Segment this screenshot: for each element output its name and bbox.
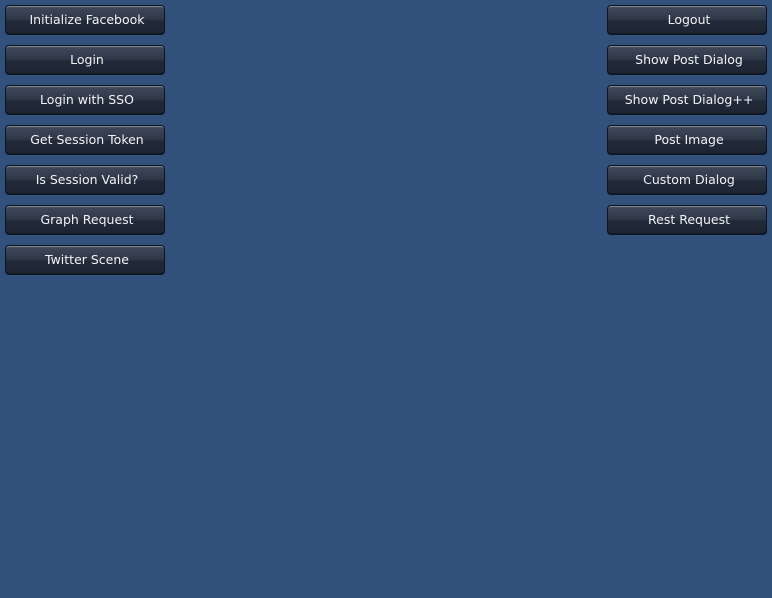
login-with-sso-button[interactable]: Login with SSO <box>5 85 165 115</box>
button-label: Graph Request <box>40 212 134 227</box>
button-label: Twitter Scene <box>45 252 129 267</box>
is-session-valid-button[interactable]: Is Session Valid? <box>5 165 165 195</box>
twitter-scene-button[interactable]: Twitter Scene <box>5 245 165 275</box>
post-image-button[interactable]: Post Image <box>607 125 767 155</box>
button-label: Show Post Dialog++ <box>624 92 754 107</box>
show-post-dialog-button[interactable]: Show Post Dialog <box>607 45 767 75</box>
button-label: Initialize Facebook <box>29 12 145 27</box>
graph-request-button[interactable]: Graph Request <box>5 205 165 235</box>
button-label: Custom Dialog <box>643 172 735 187</box>
logout-button[interactable]: Logout <box>607 5 767 35</box>
button-label: Rest Request <box>648 212 730 227</box>
button-label: Login with SSO <box>40 92 134 107</box>
get-session-token-button[interactable]: Get Session Token <box>5 125 165 155</box>
initialize-facebook-button[interactable]: Initialize Facebook <box>5 5 165 35</box>
button-label: Logout <box>667 12 711 27</box>
button-label: Show Post Dialog <box>635 52 743 67</box>
button-label: Is Session Valid? <box>35 172 139 187</box>
button-label: Get Session Token <box>30 132 144 147</box>
show-post-dialog-plus-plus-button[interactable]: Show Post Dialog++ <box>607 85 767 115</box>
login-button[interactable]: Login <box>5 45 165 75</box>
rest-request-button[interactable]: Rest Request <box>607 205 767 235</box>
left-button-column: Initialize Facebook Login Login with SSO… <box>5 5 165 285</box>
custom-dialog-button[interactable]: Custom Dialog <box>607 165 767 195</box>
button-label: Post Image <box>654 132 724 147</box>
right-button-column: Logout Show Post Dialog Show Post Dialog… <box>607 5 767 245</box>
button-label: Login <box>70 52 104 67</box>
